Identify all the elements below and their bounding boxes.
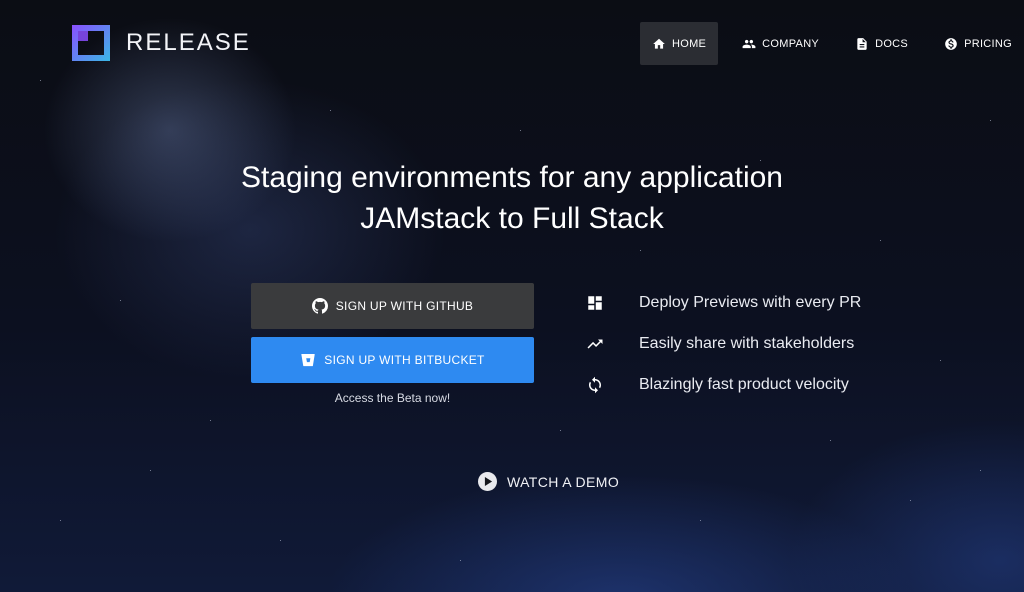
signup-github-label: SIGN UP WITH GITHUB bbox=[335, 299, 474, 313]
brand-logo[interactable]: RELEASE bbox=[72, 25, 251, 61]
hero-title: Staging environments for any application… bbox=[0, 157, 1024, 239]
dollar-icon bbox=[945, 37, 957, 50]
signup-github-button[interactable]: SIGN UP WITH GITHUB bbox=[251, 283, 534, 329]
feature-text: Easily share with stakeholders bbox=[639, 334, 855, 352]
nav-item-label: DOCS bbox=[875, 37, 909, 50]
nav-item-home[interactable]: HOME bbox=[639, 22, 719, 65]
nav-item-label: COMPANY bbox=[762, 37, 820, 50]
dashboard-icon bbox=[585, 293, 605, 313]
feature-list: Deploy Previews with every PR Easily sha… bbox=[585, 282, 861, 405]
feature-item: Blazingly fast product velocity bbox=[585, 364, 861, 405]
nav-item-pricing[interactable]: PRICING bbox=[932, 22, 1024, 65]
nav-item-label: PRICING bbox=[964, 37, 1012, 50]
document-icon bbox=[857, 37, 867, 50]
sync-icon bbox=[585, 375, 605, 395]
brand-name: RELEASE bbox=[126, 29, 251, 56]
bitbucket-icon bbox=[301, 354, 316, 367]
feature-item: Easily share with stakeholders bbox=[585, 323, 861, 364]
play-icon bbox=[478, 472, 497, 491]
trending-up-icon bbox=[585, 334, 605, 354]
nav-item-docs[interactable]: DOCS bbox=[843, 22, 920, 65]
top-nav: HOME COMPANY DOCS PRICING bbox=[628, 22, 1024, 65]
feature-item: Deploy Previews with every PR bbox=[585, 282, 861, 323]
signup-bitbucket-label: SIGN UP WITH BITBUCKET bbox=[324, 353, 485, 367]
watch-demo-label: WATCH A DEMO bbox=[507, 473, 620, 490]
feature-text: Deploy Previews with every PR bbox=[639, 293, 862, 311]
beta-note: Access the Beta now! bbox=[334, 391, 451, 405]
github-icon bbox=[311, 298, 328, 314]
signup-bitbucket-button[interactable]: SIGN UP WITH BITBUCKET bbox=[251, 337, 534, 383]
feature-text: Blazingly fast product velocity bbox=[639, 375, 849, 393]
release-logo-icon bbox=[72, 25, 110, 61]
nav-item-label: HOME bbox=[671, 37, 707, 50]
nav-item-company[interactable]: COMPANY bbox=[730, 22, 831, 65]
watch-demo-link[interactable]: WATCH A DEMO bbox=[478, 472, 619, 491]
home-icon bbox=[653, 38, 665, 49]
hero-title-line-2: JAMstack to Full Stack bbox=[360, 202, 664, 235]
hero-title-line-1: Staging environments for any application bbox=[241, 161, 783, 194]
people-icon bbox=[742, 39, 756, 48]
